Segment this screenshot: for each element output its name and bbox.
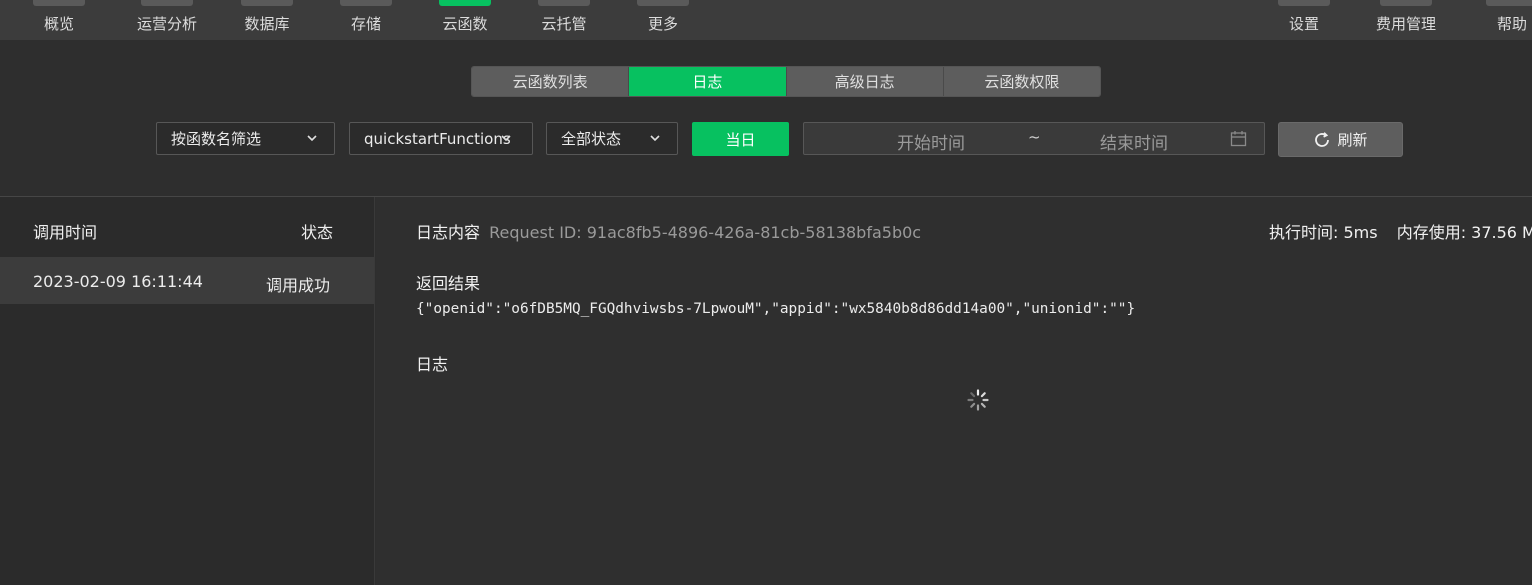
refresh-icon bbox=[1315, 131, 1330, 147]
today-button[interactable]: 当日 bbox=[692, 122, 789, 156]
status-filter[interactable]: 全部状态 bbox=[546, 122, 678, 155]
tab-logs[interactable]: 日志 bbox=[629, 67, 787, 96]
log-list-row[interactable]: 2023-02-09 16:11:44 调用成功 bbox=[0, 257, 374, 304]
database-icon bbox=[241, 0, 293, 6]
cloud-hosting-icon bbox=[538, 0, 590, 6]
nav-item-overview[interactable]: 概览 bbox=[33, 0, 85, 40]
analytics-icon bbox=[141, 0, 193, 6]
log-content-header: 日志内容 Request ID: 91ac8fb5-4896-426a-81cb… bbox=[416, 219, 921, 243]
function-name-filter-value: 按函数名筛选 bbox=[171, 130, 262, 148]
function-name-filter[interactable]: 按函数名筛选 bbox=[156, 122, 335, 155]
function-tabs: 云函数列表 日志 高级日志 云函数权限 bbox=[471, 66, 1101, 97]
spinner-icon bbox=[967, 389, 989, 411]
date-range-picker[interactable]: 开始时间 ~ 结束时间 bbox=[803, 122, 1265, 155]
chevron-down-icon bbox=[501, 135, 511, 142]
nav-item-label: 帮助 bbox=[1496, 15, 1527, 33]
execution-time: 执行时间: 5ms bbox=[1269, 223, 1378, 242]
column-header-status: 状态 bbox=[301, 223, 334, 242]
refresh-button-label: 刷新 bbox=[1337, 131, 1368, 149]
nav-item-analytics[interactable]: 运营分析 bbox=[137, 0, 197, 40]
nav-item-cloud-functions[interactable]: 云函数 bbox=[439, 0, 491, 40]
nav-item-billing[interactable]: 费用管理 bbox=[1376, 0, 1436, 40]
end-time-input[interactable]: 结束时间 bbox=[1100, 129, 1168, 154]
refresh-button[interactable]: 刷新 bbox=[1278, 122, 1403, 157]
chevron-down-icon bbox=[307, 135, 317, 142]
cloud-functions-icon bbox=[439, 0, 491, 6]
env-filter[interactable]: quickstartFunctions bbox=[349, 122, 533, 155]
tab-advanced-logs[interactable]: 高级日志 bbox=[786, 67, 944, 96]
nav-item-database[interactable]: 数据库 bbox=[241, 0, 293, 40]
tab-function-permissions[interactable]: 云函数权限 bbox=[943, 67, 1100, 96]
return-result-title: 返回结果 bbox=[416, 274, 481, 293]
more-icon bbox=[637, 0, 689, 6]
start-time-input[interactable]: 开始时间 bbox=[897, 129, 965, 154]
log-list: 调用时间 状态 2023-02-09 16:11:44 调用成功 bbox=[0, 197, 375, 585]
return-result-json: {"openid":"o6fDB5MQ_FGQdhviwsbs-7LpwouM"… bbox=[416, 301, 1136, 317]
log-list-header: 调用时间 状态 bbox=[0, 197, 375, 257]
nav-item-label: 云托管 bbox=[541, 15, 587, 33]
log-invoke-status: 调用成功 bbox=[266, 276, 331, 295]
log-invoke-time: 2023-02-09 16:11:44 bbox=[33, 272, 203, 291]
storage-icon bbox=[340, 0, 392, 6]
gear-icon bbox=[1278, 0, 1330, 6]
nav-item-storage[interactable]: 存储 bbox=[340, 0, 392, 40]
calendar-icon[interactable] bbox=[1230, 130, 1247, 147]
nav-item-label: 概览 bbox=[43, 15, 74, 33]
log-title: 日志 bbox=[416, 355, 449, 374]
chevron-down-icon bbox=[650, 135, 660, 142]
nav-item-help[interactable]: 帮助 bbox=[1486, 0, 1532, 40]
billing-icon bbox=[1380, 0, 1432, 6]
nav-item-label: 更多 bbox=[647, 15, 678, 33]
status-filter-value: 全部状态 bbox=[561, 130, 622, 148]
nav-item-label: 运营分析 bbox=[137, 15, 198, 33]
tab-function-list[interactable]: 云函数列表 bbox=[472, 67, 630, 96]
memory-usage: 内存使用: 37.56 MB bbox=[1396, 223, 1532, 242]
nav-item-label: 数据库 bbox=[244, 15, 290, 33]
nav-item-label: 云函数 bbox=[442, 15, 488, 33]
nav-item-label: 设置 bbox=[1288, 15, 1319, 33]
column-header-time: 调用时间 bbox=[33, 223, 98, 242]
log-content-label: 日志内容 bbox=[416, 223, 481, 242]
nav-item-cloud-hosting[interactable]: 云托管 bbox=[538, 0, 590, 40]
execution-stats: 执行时间: 5ms 内存使用: 37.56 MB bbox=[1269, 219, 1532, 243]
nav-item-label: 存储 bbox=[350, 15, 381, 33]
nav-item-settings[interactable]: 设置 bbox=[1278, 0, 1330, 40]
log-detail: 日志内容 Request ID: 91ac8fb5-4896-426a-81cb… bbox=[376, 197, 1532, 585]
overview-icon bbox=[33, 0, 85, 6]
nav-item-more[interactable]: 更多 bbox=[637, 0, 689, 40]
date-range-separator: ~ bbox=[1028, 128, 1041, 146]
env-filter-value: quickstartFunctions bbox=[364, 129, 511, 148]
request-id: Request ID: 91ac8fb5-4896-426a-81cb-5813… bbox=[489, 223, 922, 242]
help-icon bbox=[1486, 0, 1532, 6]
nav-item-label: 费用管理 bbox=[1376, 15, 1437, 33]
top-nav: 概览 运营分析 数据库 存储 云函数 云托管 更多 设置 费用管理 帮助 bbox=[0, 0, 1532, 40]
